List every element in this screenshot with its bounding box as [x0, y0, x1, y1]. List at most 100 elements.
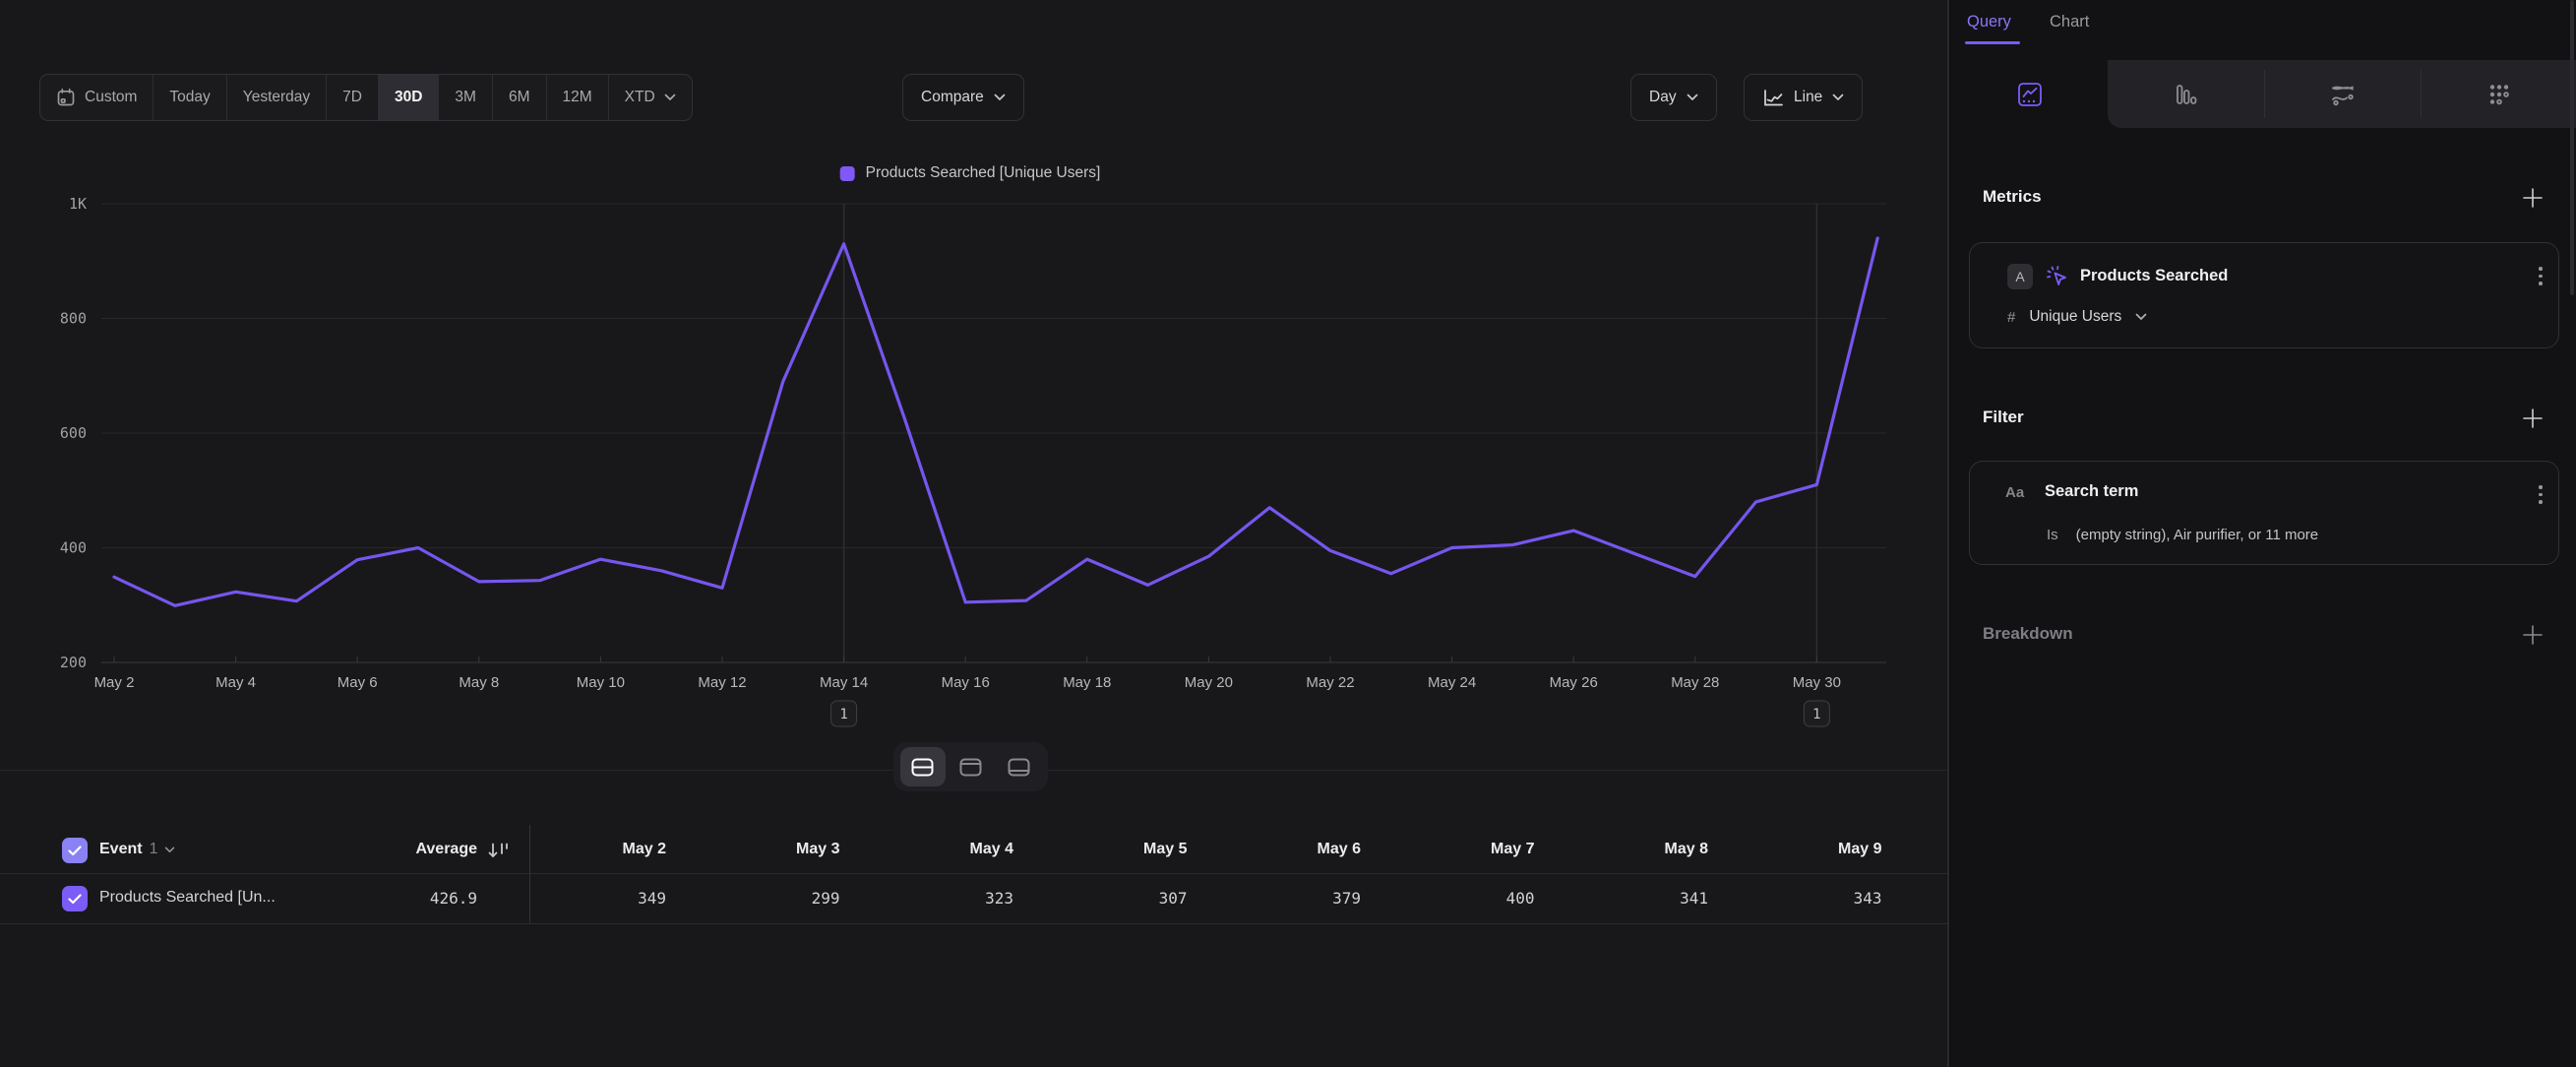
view-tab-grid-dots[interactable]	[2421, 60, 2576, 128]
add-metric-button[interactable]	[2520, 185, 2545, 211]
tab-query[interactable]: Query	[1967, 13, 2011, 31]
measure-selector[interactable]: # Unique Users	[2007, 308, 2147, 326]
filter-card[interactable]: Aa Search term Is (empty string), Air pu…	[1969, 461, 2559, 565]
plus-icon	[2522, 624, 2544, 646]
y-axis-label: 600	[60, 424, 87, 442]
row-average-value: 426.9	[310, 889, 477, 908]
date-column-header[interactable]: May 9	[1715, 841, 1882, 858]
date-range-xtd[interactable]: XTD	[608, 75, 692, 120]
filter-property-name[interactable]: Search term	[2045, 482, 2138, 501]
date-column-header[interactable]: May 2	[499, 841, 666, 858]
layout-split-button[interactable]	[900, 747, 946, 786]
y-axis-label: 200	[60, 654, 87, 671]
filter-kebab-menu[interactable]	[2537, 483, 2545, 506]
top-view-icon	[959, 758, 982, 777]
chart-view-strip	[1951, 60, 2576, 128]
x-axis-label: May 10	[577, 674, 625, 691]
date-range-6m[interactable]: 6M	[492, 75, 546, 120]
date-range-custom[interactable]: Custom	[40, 75, 153, 120]
x-axis-label: May 26	[1550, 674, 1598, 691]
x-axis-label: May 6	[337, 674, 378, 691]
compare-button[interactable]: Compare	[902, 74, 1024, 121]
granularity-label: Day	[1649, 89, 1677, 106]
date-range-3m[interactable]: 3M	[438, 75, 492, 120]
layout-table-only-button[interactable]	[997, 747, 1042, 786]
annotation-badge-label: 1	[839, 707, 847, 722]
x-axis-label: May 14	[820, 674, 868, 691]
date-column-header[interactable]: May 4	[846, 841, 1013, 858]
cell-value: 343	[1715, 889, 1882, 908]
add-breakdown-button[interactable]	[2520, 622, 2545, 648]
bottom-view-icon	[1008, 758, 1030, 777]
series-line[interactable]	[114, 238, 1877, 605]
line-chart[interactable]: 2004006008001KMay 2May 4May 6May 8May 10…	[0, 118, 1949, 740]
plus-icon	[2522, 408, 2544, 429]
date-range-today[interactable]: Today	[153, 75, 225, 120]
breakdown-section-title: Breakdown	[1983, 624, 2073, 644]
event-count: 1	[150, 841, 158, 858]
chart-panel: CustomTodayYesterday7D30D3M6M12MXTD Comp…	[0, 0, 1949, 1067]
chevron-down-icon	[164, 847, 175, 853]
row-series-name: Products Searched [Un...	[99, 889, 276, 907]
line-chart-square-icon	[2017, 82, 2043, 107]
cell-value: 299	[673, 889, 840, 908]
date-range-7d[interactable]: 7D	[326, 75, 378, 120]
cell-value: 307	[1020, 889, 1188, 908]
chevron-down-icon	[664, 94, 676, 101]
x-axis-label: May 28	[1671, 674, 1719, 691]
x-axis-label: May 8	[459, 674, 499, 691]
chart-type-button[interactable]: Line	[1744, 74, 1863, 121]
view-tab-bar-chart[interactable]	[2108, 60, 2264, 128]
date-column-header[interactable]: May 6	[1194, 841, 1361, 858]
view-tab-line-chart[interactable]	[1951, 60, 2108, 128]
cell-value: 400	[1368, 889, 1535, 908]
chevron-down-icon	[2135, 313, 2147, 321]
flows-icon	[2329, 82, 2357, 107]
cell-value: 341	[1541, 889, 1708, 908]
x-axis-label: May 18	[1063, 674, 1111, 691]
metric-kebab-menu[interactable]	[2537, 265, 2545, 287]
event-label: Event	[99, 841, 143, 858]
row-checkbox[interactable]	[62, 886, 88, 911]
cell-value: 323	[846, 889, 1013, 908]
date-range-yesterday[interactable]: Yesterday	[226, 75, 326, 120]
bar-chart-icon	[2174, 82, 2199, 107]
y-axis-label: 800	[60, 310, 87, 328]
calendar-icon	[56, 88, 76, 107]
date-column-header[interactable]: May 7	[1368, 841, 1535, 858]
filter-values[interactable]: (empty string), Air purifier, or 11 more	[2076, 527, 2318, 543]
average-column-header[interactable]: Average	[310, 841, 477, 858]
metric-card[interactable]: A Products Searched # Unique Users	[1969, 242, 2559, 348]
chart-type-label: Line	[1794, 89, 1822, 106]
layout-chart-only-button[interactable]	[949, 747, 994, 786]
add-filter-button[interactable]	[2520, 406, 2545, 431]
metric-name[interactable]: Products Searched	[2080, 267, 2228, 285]
date-range-30d[interactable]: 30D	[378, 75, 438, 120]
filter-operator[interactable]: Is	[2047, 527, 2058, 543]
chevron-down-icon	[1832, 94, 1844, 101]
y-axis-label: 400	[60, 539, 87, 557]
grid-dots-icon	[2486, 82, 2512, 107]
compare-label: Compare	[921, 89, 984, 106]
table-row[interactable]: Products Searched [Un... 426.9 349299323…	[0, 875, 1949, 924]
plus-icon	[2522, 187, 2544, 209]
x-axis-label: May 30	[1793, 674, 1841, 691]
date-range-12m[interactable]: 12M	[546, 75, 608, 120]
date-column-header[interactable]: May 5	[1020, 841, 1188, 858]
tab-chart[interactable]: Chart	[2050, 13, 2089, 31]
x-axis-label: May 12	[698, 674, 746, 691]
event-selector[interactable]: Event 1	[99, 841, 175, 858]
chevron-down-icon	[1687, 94, 1698, 101]
view-tab-flows[interactable]	[2264, 60, 2421, 128]
active-tab-underline	[1965, 41, 2020, 44]
x-axis-label: May 2	[94, 674, 135, 691]
date-column-header[interactable]: May 8	[1541, 841, 1708, 858]
split-view-icon	[911, 758, 934, 777]
x-axis-label: May 24	[1428, 674, 1476, 691]
select-all-checkbox[interactable]	[62, 838, 88, 863]
sidebar-scrollbar[interactable]	[2570, 0, 2574, 295]
granularity-button[interactable]: Day	[1630, 74, 1717, 121]
cell-value: 379	[1194, 889, 1361, 908]
date-column-header[interactable]: May 3	[673, 841, 840, 858]
filter-section-title: Filter	[1983, 408, 2024, 427]
